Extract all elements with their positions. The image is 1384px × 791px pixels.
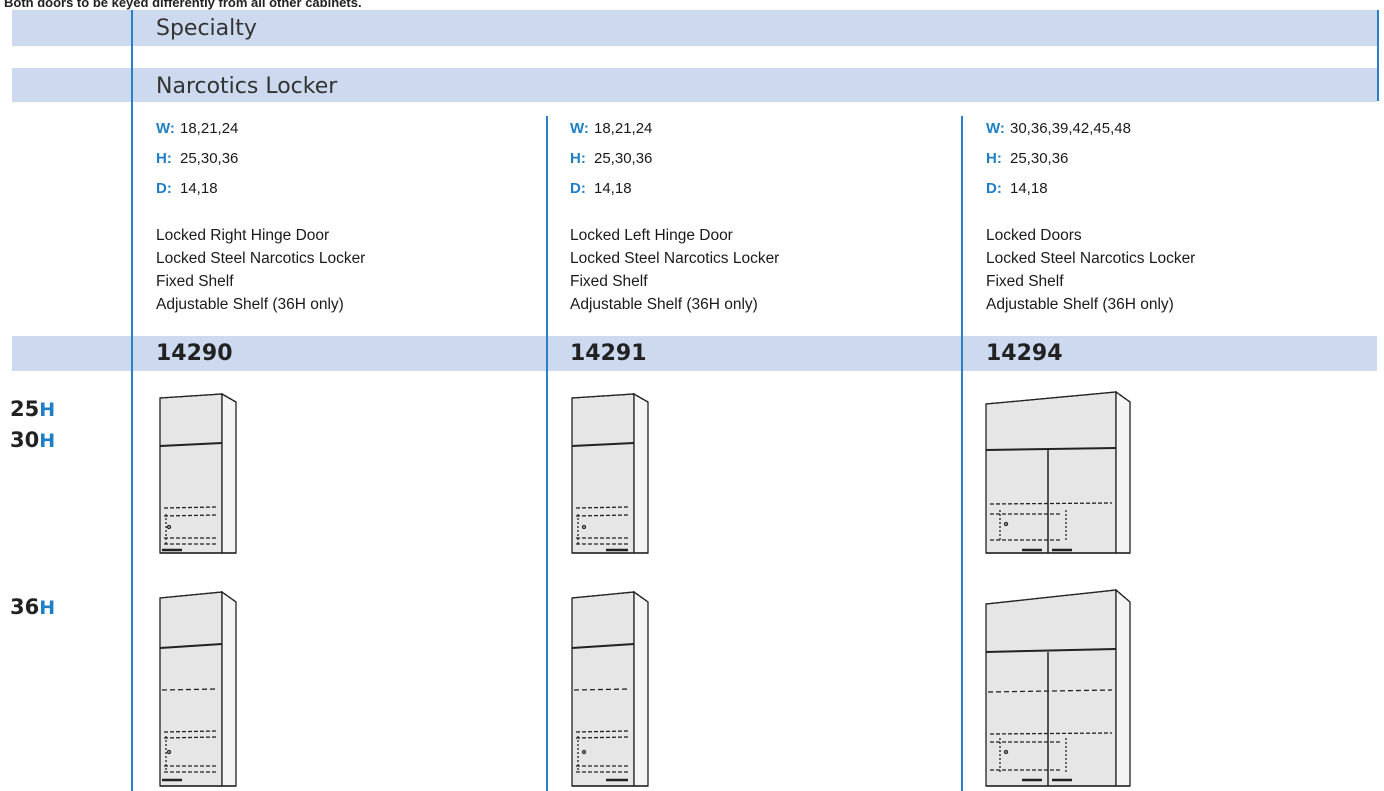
width-label: W: (986, 120, 1005, 137)
top-note: Both doors to be keyed differently from … (4, 0, 362, 10)
depth-label: D: (570, 180, 586, 197)
cabinet-illustration-14290-short (159, 392, 237, 554)
feature-item: Adjustable Shelf (36H only) (570, 296, 758, 313)
width-value: 18,21,24 (594, 120, 653, 137)
height-value: 25,30,36 (594, 150, 653, 167)
width-spec: W: 30,36,39,42,45,48 (986, 114, 1131, 144)
height-line: 36H (10, 592, 55, 623)
feature-item: Locked Doors (986, 227, 1082, 244)
width-spec: W: 18,21,24 (156, 114, 238, 144)
height-num: 30 (10, 428, 40, 452)
height-value: 25,30,36 (1010, 150, 1069, 167)
width-label: W: (156, 120, 175, 137)
height-line: 30H (10, 425, 55, 456)
depth-spec: D: 14,18 (986, 174, 1131, 204)
feature-list-1: Locked Right Hinge Door Locked Steel Nar… (156, 224, 365, 316)
depth-label: D: (986, 180, 1002, 197)
feature-list-2: Locked Left Hinge Door Locked Steel Narc… (570, 224, 779, 316)
cabinet-illustration-14290-tall (159, 590, 237, 787)
width-value: 18,21,24 (180, 120, 239, 137)
column-divider-1 (546, 116, 548, 791)
cabinet-illustration-14294-tall (985, 588, 1131, 787)
height-spec: H: 25,30,36 (570, 144, 652, 174)
cabinet-illustration-14291-short (571, 392, 649, 554)
feature-item: Locked Steel Narcotics Locker (570, 250, 780, 267)
feature-list-3: Locked Doors Locked Steel Narcotics Lock… (986, 224, 1195, 316)
feature-item: Adjustable Shelf (36H only) (986, 296, 1174, 313)
model-number-1: 14290 (156, 341, 233, 366)
depth-spec: D: 14,18 (570, 174, 652, 204)
spec-column-2: W: 18,21,24 H: 25,30,36 D: 14,18 (570, 114, 652, 204)
height-num: 36 (10, 595, 40, 619)
height-label-row-1: 25H 30H (10, 394, 55, 456)
feature-item: Locked Left Hinge Door (570, 227, 733, 244)
depth-spec: D: 14,18 (156, 174, 238, 204)
feature-item: Fixed Shelf (156, 273, 234, 290)
height-line: 25H (10, 394, 55, 425)
spec-column-3: W: 30,36,39,42,45,48 H: 25,30,36 D: 14,18 (986, 114, 1131, 204)
spec-column-1: W: 18,21,24 H: 25,30,36 D: 14,18 (156, 114, 238, 204)
category-title: Specialty (156, 16, 257, 41)
height-label-row-2: 36H (10, 592, 55, 623)
height-value: 25,30,36 (180, 150, 239, 167)
model-number-2: 14291 (570, 341, 647, 366)
height-label: H: (570, 150, 586, 167)
left-rule (131, 10, 133, 791)
depth-value: 14,18 (594, 180, 632, 197)
cabinet-illustration-14294-short (985, 390, 1131, 554)
height-spec: H: 25,30,36 (156, 144, 238, 174)
height-unit: H (39, 399, 56, 421)
height-spec: H: 25,30,36 (986, 144, 1131, 174)
width-label: W: (570, 120, 589, 137)
depth-value: 14,18 (1010, 180, 1048, 197)
feature-item: Fixed Shelf (570, 273, 648, 290)
model-number-3: 14294 (986, 341, 1063, 366)
width-spec: W: 18,21,24 (570, 114, 652, 144)
feature-item: Locked Steel Narcotics Locker (156, 250, 366, 267)
feature-item: Locked Right Hinge Door (156, 227, 330, 244)
height-unit: H (39, 430, 56, 452)
height-num: 25 (10, 397, 40, 421)
width-value: 30,36,39,42,45,48 (1010, 120, 1131, 137)
height-label: H: (156, 150, 172, 167)
column-divider-2 (961, 116, 963, 791)
depth-value: 14,18 (180, 180, 218, 197)
height-unit: H (39, 597, 56, 619)
right-rule (1377, 10, 1379, 101)
product-line-title: Narcotics Locker (156, 74, 338, 99)
height-label: H: (986, 150, 1002, 167)
feature-item: Locked Steel Narcotics Locker (986, 250, 1196, 267)
feature-item: Adjustable Shelf (36H only) (156, 296, 344, 313)
cabinet-illustration-14291-tall (571, 590, 649, 787)
depth-label: D: (156, 180, 172, 197)
feature-item: Fixed Shelf (986, 273, 1064, 290)
